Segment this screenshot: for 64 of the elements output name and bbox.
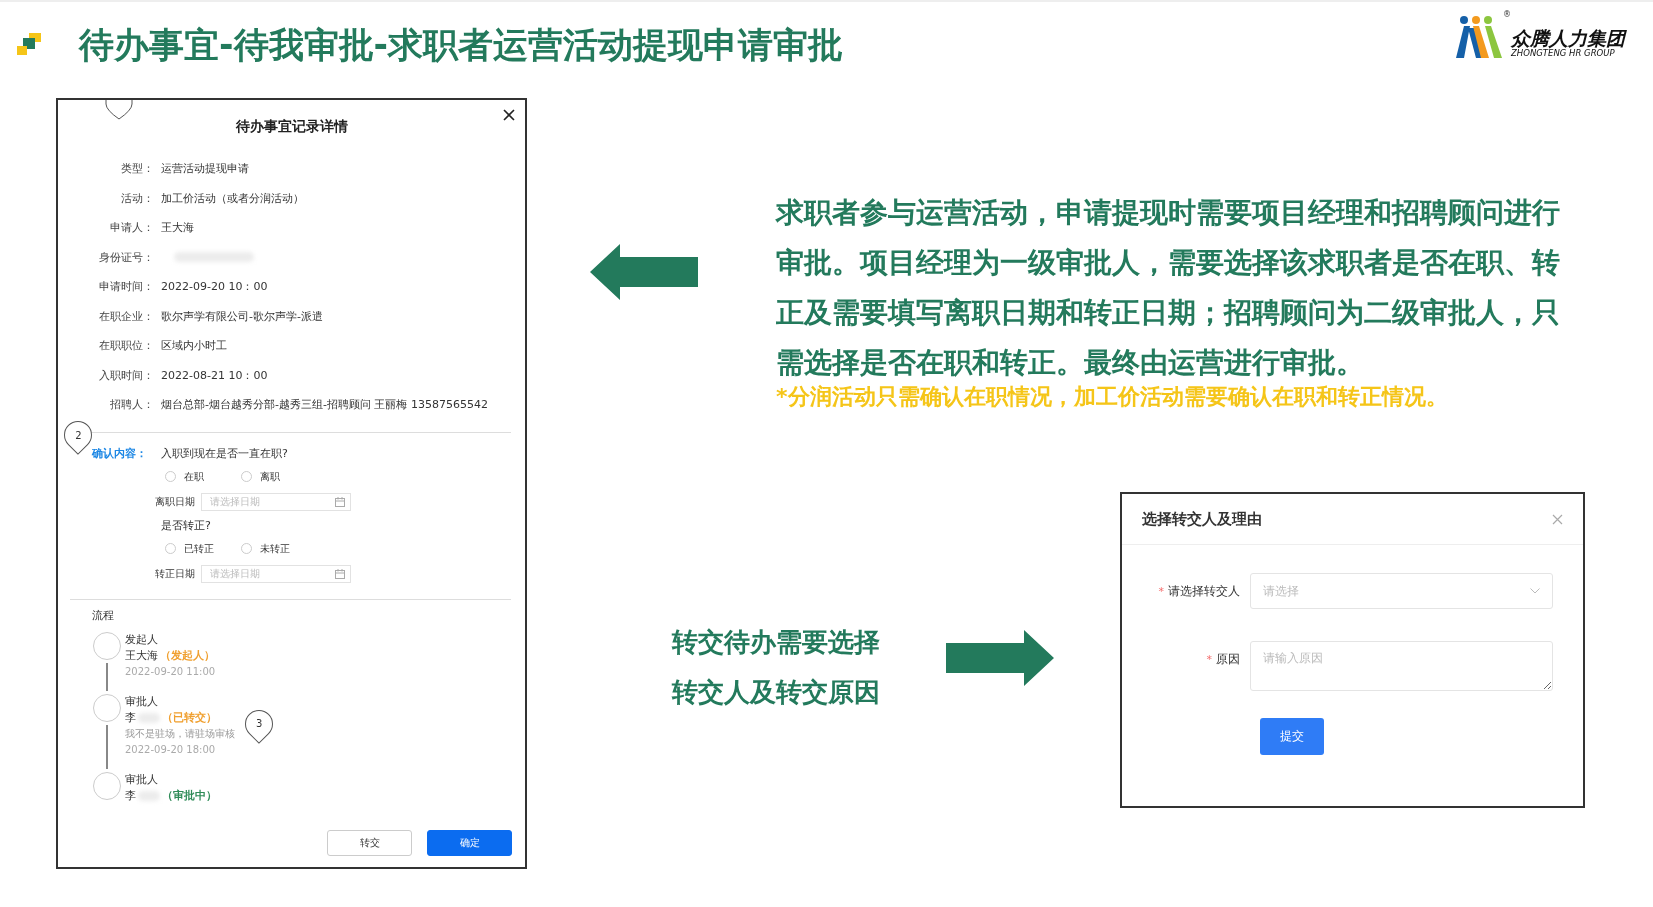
field-value: 加工价活动（或者分润活动） (161, 190, 304, 206)
registered-mark: ® (1503, 10, 1511, 19)
field-label: 在职职位： (98, 338, 154, 354)
field-value: 烟台总部-烟台越秀分部-越秀三组-招聘顾问 王丽梅 13587565542 (161, 397, 488, 413)
required-mark: * (1206, 652, 1212, 666)
confirm-button[interactable]: 确定 (427, 830, 512, 856)
dialog-title: 选择转交人及理由 (1142, 509, 1262, 529)
chevron-down-icon (1530, 588, 1540, 594)
field-label: 活动： (120, 190, 154, 206)
person-name: 李 (125, 709, 136, 726)
right-arrow-icon (946, 630, 1054, 686)
field-value: 歌尔声学有限公司-歌尔声学-派遣 (161, 308, 323, 324)
submit-button[interactable]: 提交 (1260, 718, 1324, 755)
field-value: 2022-08-21 10：00 (161, 367, 268, 383)
field-label: 离职日期 (155, 494, 196, 509)
timeline-line (106, 724, 108, 769)
note-text: *分润活动只需确认在职情况，加工价活动需要确认在职和转正情况。 (776, 383, 1449, 411)
slide-title: 待办事宜-待我审批-求职者运营活动提现申请审批 (79, 23, 845, 67)
field-value: 运营活动提现申请 (161, 161, 249, 177)
step-time: 2022-09-20 11:00 (125, 664, 216, 679)
question-text: 入职到现在是否一直在职? (161, 446, 288, 461)
person-name: 李 (125, 787, 136, 804)
step-comment: 我不是驻场，请驻场审核 (125, 727, 235, 739)
status-text: （已转交） (162, 709, 217, 726)
person-name: 王大海 (125, 647, 158, 664)
field-label: 入职时间： (98, 367, 154, 383)
status-text: （审批中） (162, 787, 217, 804)
question-text: 是否转正? (161, 518, 211, 533)
field-value: 2022-09-20 10：00 (161, 279, 268, 295)
field-label: 类型： (120, 161, 154, 177)
calendar-icon (335, 568, 345, 579)
field-label: 身份证号： (98, 249, 154, 265)
step-role: 审批人 (125, 771, 159, 788)
step-time: 2022-09-20 18:00 (125, 742, 217, 757)
step-role: 发起人 (125, 631, 159, 648)
field-label: 转正日期 (155, 566, 196, 581)
option-label[interactable]: 已转正 (184, 541, 214, 556)
field-label: 申请时间： (98, 279, 154, 295)
section-title: 流程 (92, 607, 115, 624)
timeline-line (106, 662, 108, 691)
transfer-button[interactable]: 转交 (327, 830, 412, 856)
field-label: 原因 (1216, 650, 1240, 668)
option-label[interactable]: 在职 (184, 469, 204, 484)
option-label[interactable]: 离职 (260, 469, 280, 484)
field-label: 在职企业： (98, 308, 154, 324)
description-paragraph: 求职者参与运营活动，申请提现时需要项目经理和招聘顾问进行审批。项目经理为一级审批人，需要选择该求职者是否在职、转正及需要填写离职日期和转正日期；招聘顾问为二级审批人，只需选择是否在职和转正。最终由运营进行审批。 (776, 195, 1561, 381)
transfer-caption: 转交待办需要选择转交人及转交原因 (672, 626, 881, 709)
field-value: 王大海 (161, 220, 194, 236)
reason-field[interactable]: 请输入原因 (1250, 641, 1553, 691)
field-value: 区域内小时工 (161, 338, 227, 354)
status-text: （发起人） (160, 647, 215, 664)
brand-name: 众腾人力集团 (1511, 28, 1625, 48)
calendar-icon (335, 496, 345, 507)
left-arrow-icon (590, 244, 698, 300)
close-icon[interactable] (503, 109, 515, 121)
brand-subtitle: ZHONGTENG HR GROUP (1511, 48, 1616, 58)
step-role: 审批人 (125, 693, 159, 710)
field-label: 请选择转交人 (1168, 582, 1240, 600)
required-mark: * (1158, 584, 1164, 598)
field-label: 申请人： (109, 220, 154, 236)
dialog-title: 待办事宜记录详情 (235, 118, 348, 136)
field-label: 招聘人： (109, 397, 154, 413)
option-label[interactable]: 未转正 (260, 541, 290, 556)
logo-icon (17, 33, 43, 57)
